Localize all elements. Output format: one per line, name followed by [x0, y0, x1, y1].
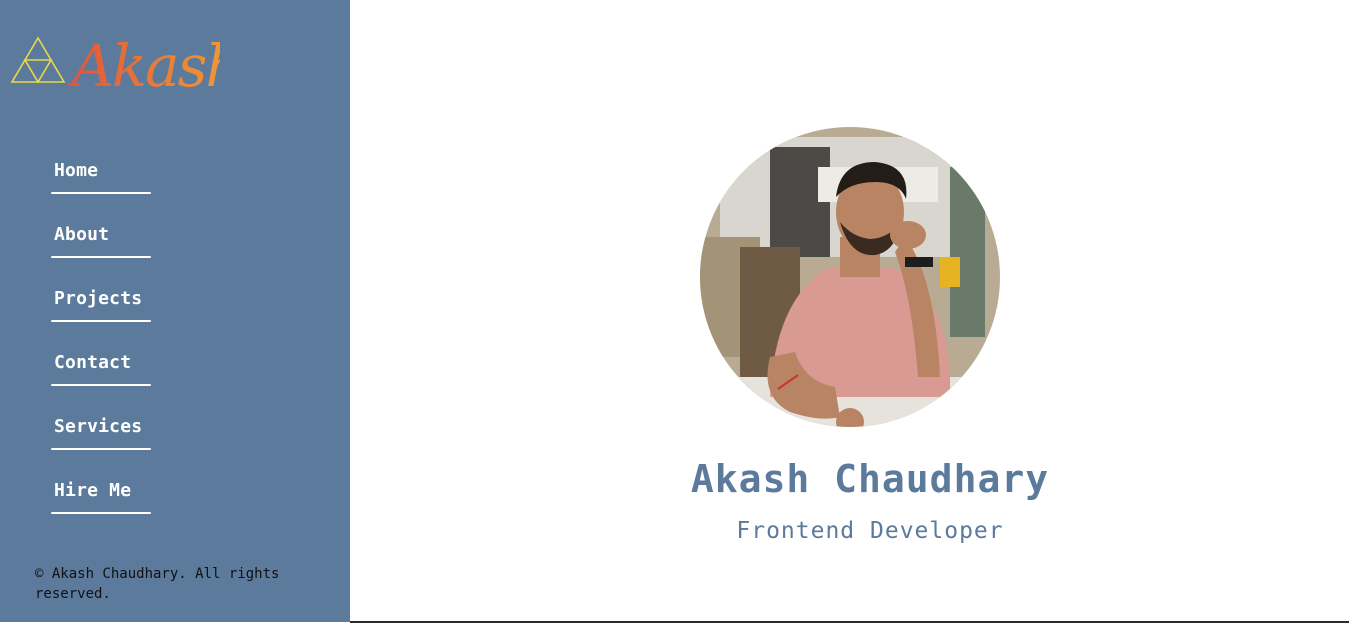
sidebar-item-projects[interactable]: Projects — [51, 280, 161, 344]
sidebar-item-label: Projects — [54, 288, 143, 309]
profile-name: Akash Chaudhary — [690, 457, 1050, 501]
nav-underline — [51, 256, 151, 258]
triforce-icon — [10, 36, 66, 84]
sidebar-item-contact[interactable]: Contact — [51, 344, 161, 408]
sidebar-item-home[interactable]: Home — [51, 152, 161, 216]
nav-underline — [51, 384, 151, 386]
sidebar-item-label: Home — [54, 160, 99, 181]
sidebar-nav: Home About Projects Contact Services Hir… — [51, 152, 161, 536]
brand-logo[interactable]: Akash — [10, 22, 220, 102]
sidebar-item-about[interactable]: About — [51, 216, 161, 280]
profile-title: Frontend Developer — [736, 518, 1004, 544]
nav-underline — [51, 320, 151, 322]
sidebar-item-services[interactable]: Services — [51, 408, 161, 472]
nav-underline — [51, 192, 151, 194]
logo-wordmark: Akash — [67, 32, 220, 100]
nav-underline — [51, 512, 151, 514]
sidebar-item-label: Services — [54, 416, 143, 437]
sidebar-item-label: Hire Me — [54, 480, 132, 501]
sidebar-item-label: Contact — [54, 352, 132, 373]
sidebar-item-hire-me[interactable]: Hire Me — [51, 472, 161, 536]
sidebar: Akash Home About Projects Contact Servic… — [0, 0, 350, 622]
profile-photo — [700, 127, 1000, 427]
nav-underline — [51, 448, 151, 450]
sidebar-item-label: About — [54, 224, 110, 245]
copyright-text: © Akash Chaudhary. All rights reserved. — [35, 566, 280, 602]
